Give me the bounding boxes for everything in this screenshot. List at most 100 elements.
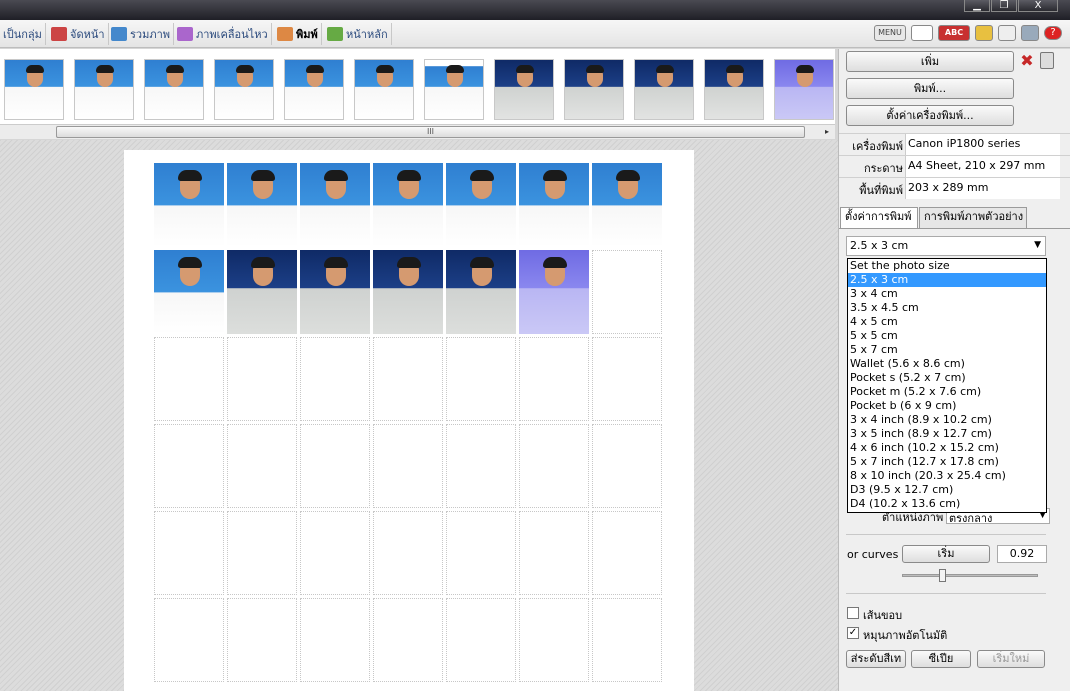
photo-slot[interactable] <box>154 163 224 247</box>
delete-icon[interactable]: ✖ <box>1019 53 1035 69</box>
color-level-button[interactable]: ส่ระดับสีเท <box>846 650 906 668</box>
curves-start-button[interactable]: เริ่ม <box>902 545 990 563</box>
maximize-button[interactable]: ❐ <box>991 0 1017 12</box>
empty-photo-slot[interactable] <box>227 511 297 595</box>
empty-photo-slot[interactable] <box>300 511 370 595</box>
trash-icon[interactable] <box>1040 52 1054 69</box>
photo-slot[interactable] <box>519 163 589 247</box>
empty-photo-slot[interactable] <box>446 424 516 508</box>
thumbnail[interactable] <box>424 59 484 120</box>
photo-slot[interactable] <box>227 250 297 334</box>
scrollbar-thumb[interactable]: III <box>56 126 805 138</box>
photo-slot[interactable] <box>592 163 662 247</box>
help-icon[interactable]: ? <box>1044 26 1062 40</box>
horizontal-scrollbar[interactable]: III ▸ <box>0 124 835 139</box>
empty-photo-slot[interactable] <box>227 424 297 508</box>
photo-size-option[interactable]: 4 x 5 cm <box>848 315 1046 329</box>
tab-merge[interactable]: รวมภาพ <box>108 23 175 45</box>
printer-setup-button[interactable]: ตั้งค่าเครื่องพิมพ์... <box>846 105 1014 126</box>
photo-size-option[interactable]: 3.5 x 4.5 cm <box>848 301 1046 315</box>
photo-slot[interactable] <box>373 250 443 334</box>
thumbnail[interactable] <box>564 59 624 120</box>
photo-slot[interactable] <box>446 163 516 247</box>
empty-photo-slot[interactable] <box>519 511 589 595</box>
empty-photo-slot[interactable] <box>373 424 443 508</box>
tab-home[interactable]: หน้าหลัก <box>324 23 392 45</box>
empty-photo-slot[interactable] <box>227 598 297 682</box>
photo-size-option[interactable]: Pocket m (5.2 x 7.6 cm) <box>848 385 1046 399</box>
empty-photo-slot[interactable] <box>519 598 589 682</box>
empty-photo-slot[interactable] <box>154 424 224 508</box>
photo-size-option[interactable]: 5 x 7 cm <box>848 343 1046 357</box>
photo-size-option[interactable]: 5 x 5 cm <box>848 329 1046 343</box>
empty-photo-slot[interactable] <box>446 598 516 682</box>
empty-photo-slot[interactable] <box>519 424 589 508</box>
empty-photo-slot[interactable] <box>592 337 662 421</box>
photo-slot[interactable] <box>519 250 589 334</box>
thumbnail[interactable] <box>704 59 764 120</box>
photo-slot[interactable] <box>446 250 516 334</box>
thumbnail[interactable] <box>74 59 134 120</box>
photo-size-option[interactable]: 8 x 10 inch (20.3 x 25.4 cm) <box>848 469 1046 483</box>
photo-slot[interactable] <box>154 250 224 334</box>
tab-layout[interactable]: จัดหน้า <box>48 23 109 45</box>
tab-print[interactable]: พิมพ์ <box>274 23 322 45</box>
copy-icon[interactable] <box>998 25 1016 41</box>
photo-size-dropdown[interactable]: Set the photo size 2.5 x 3 cm 3 x 4 cm 3.5 … <box>847 258 1047 513</box>
empty-photo-slot[interactable] <box>154 337 224 421</box>
empty-photo-slot[interactable] <box>227 337 297 421</box>
empty-photo-slot[interactable] <box>592 598 662 682</box>
thumbnail[interactable] <box>634 59 694 120</box>
autorotate-checkbox[interactable]: ✓ <box>847 627 859 639</box>
curves-value[interactable]: 0.92 <box>997 545 1047 563</box>
movie-icon[interactable] <box>975 25 993 41</box>
empty-photo-slot[interactable] <box>519 337 589 421</box>
empty-photo-slot[interactable] <box>592 424 662 508</box>
reset-button[interactable]: เริ่มใหม่ <box>977 650 1045 668</box>
empty-photo-slot[interactable] <box>154 598 224 682</box>
tab-animation[interactable]: ภาพเคลื่อนไหว <box>174 23 272 45</box>
thumbnail[interactable] <box>4 59 64 120</box>
add-button[interactable]: เพิ่ม <box>846 51 1014 72</box>
scroll-right-arrow[interactable]: ▸ <box>820 125 834 139</box>
thumbnail[interactable] <box>494 59 554 120</box>
thumbnail[interactable] <box>774 59 834 120</box>
menu-button[interactable]: MENU <box>874 25 906 41</box>
curves-slider[interactable] <box>902 574 1038 577</box>
tab-group[interactable]: เป็นกลุ่ม <box>0 23 46 45</box>
empty-photo-slot[interactable] <box>154 511 224 595</box>
tab-sample-print[interactable]: การพิมพ์ภาพตัวอย่าง <box>919 207 1027 228</box>
print-button[interactable]: พิมพ์... <box>846 78 1014 99</box>
thumbnail[interactable] <box>354 59 414 120</box>
photo-size-option[interactable]: 4 x 6 inch (10.2 x 15.2 cm) <box>848 441 1046 455</box>
photo-size-option[interactable]: Wallet (5.6 x 8.6 cm) <box>848 357 1046 371</box>
blank-button[interactable] <box>911 25 933 41</box>
border-checkbox[interactable] <box>847 607 859 619</box>
sepia-button[interactable]: ซีเปีย <box>911 650 971 668</box>
photo-slot[interactable] <box>227 163 297 247</box>
minimize-button[interactable]: ▁ <box>964 0 990 12</box>
thumbnail[interactable] <box>214 59 274 120</box>
curves-slider-handle[interactable] <box>939 569 946 582</box>
language-button[interactable]: ABC <box>938 25 970 41</box>
photo-size-option[interactable]: 3 x 4 cm <box>848 287 1046 301</box>
tab-print-settings[interactable]: ตั้งค่าการพิมพ์ <box>840 207 918 229</box>
photo-size-option[interactable]: D3 (9.5 x 12.7 cm) <box>848 483 1046 497</box>
photo-size-select[interactable]: 2.5 x 3 cm ▼ <box>846 236 1046 256</box>
thumbnail[interactable] <box>144 59 204 120</box>
empty-photo-slot[interactable] <box>300 598 370 682</box>
empty-photo-slot[interactable] <box>446 511 516 595</box>
photo-slot[interactable] <box>373 163 443 247</box>
tools-icon[interactable] <box>1021 25 1039 41</box>
photo-size-option[interactable]: D4 (10.2 x 13.6 cm) <box>848 497 1046 511</box>
photo-slot[interactable] <box>300 163 370 247</box>
empty-photo-slot[interactable] <box>592 511 662 595</box>
empty-photo-slot[interactable] <box>446 337 516 421</box>
photo-slot[interactable] <box>300 250 370 334</box>
empty-photo-slot[interactable] <box>592 250 662 334</box>
empty-photo-slot[interactable] <box>300 424 370 508</box>
empty-photo-slot[interactable] <box>300 337 370 421</box>
photo-size-option[interactable]: 5 x 7 inch (12.7 x 17.8 cm) <box>848 455 1046 469</box>
photo-size-option[interactable]: 3 x 4 inch (8.9 x 10.2 cm) <box>848 413 1046 427</box>
photo-size-option[interactable]: 2.5 x 3 cm <box>848 273 1046 287</box>
